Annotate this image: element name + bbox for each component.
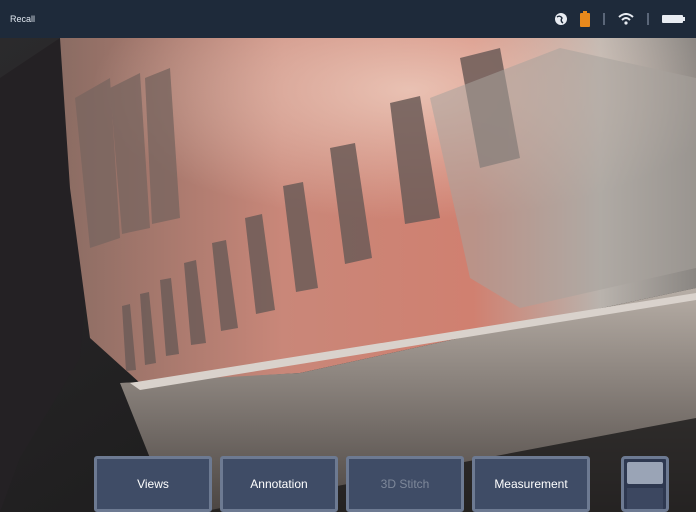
- views-button[interactable]: Views: [94, 456, 212, 512]
- inspection-image: [0, 38, 696, 512]
- measurement-button[interactable]: Measurement: [472, 456, 590, 512]
- status-icons: [554, 11, 686, 27]
- divider-icon: [646, 12, 650, 26]
- status-bar: Recall: [0, 0, 696, 38]
- 3d-stitch-button[interactable]: 3D Stitch: [346, 456, 464, 512]
- split-screen-icon: [627, 462, 663, 484]
- status-title: Recall: [10, 14, 36, 24]
- divider-icon: [602, 12, 606, 26]
- battery-icon: [662, 14, 686, 24]
- globe-icon: [554, 12, 568, 26]
- camera-viewport[interactable]: [0, 38, 696, 512]
- split-screen-button[interactable]: [621, 456, 669, 512]
- bottom-toolbar: Views Annotation 3D Stitch Measurement: [94, 456, 590, 512]
- annotation-button[interactable]: Annotation: [220, 456, 338, 512]
- wifi-icon: [618, 13, 634, 25]
- battery-charging-icon: [580, 11, 590, 27]
